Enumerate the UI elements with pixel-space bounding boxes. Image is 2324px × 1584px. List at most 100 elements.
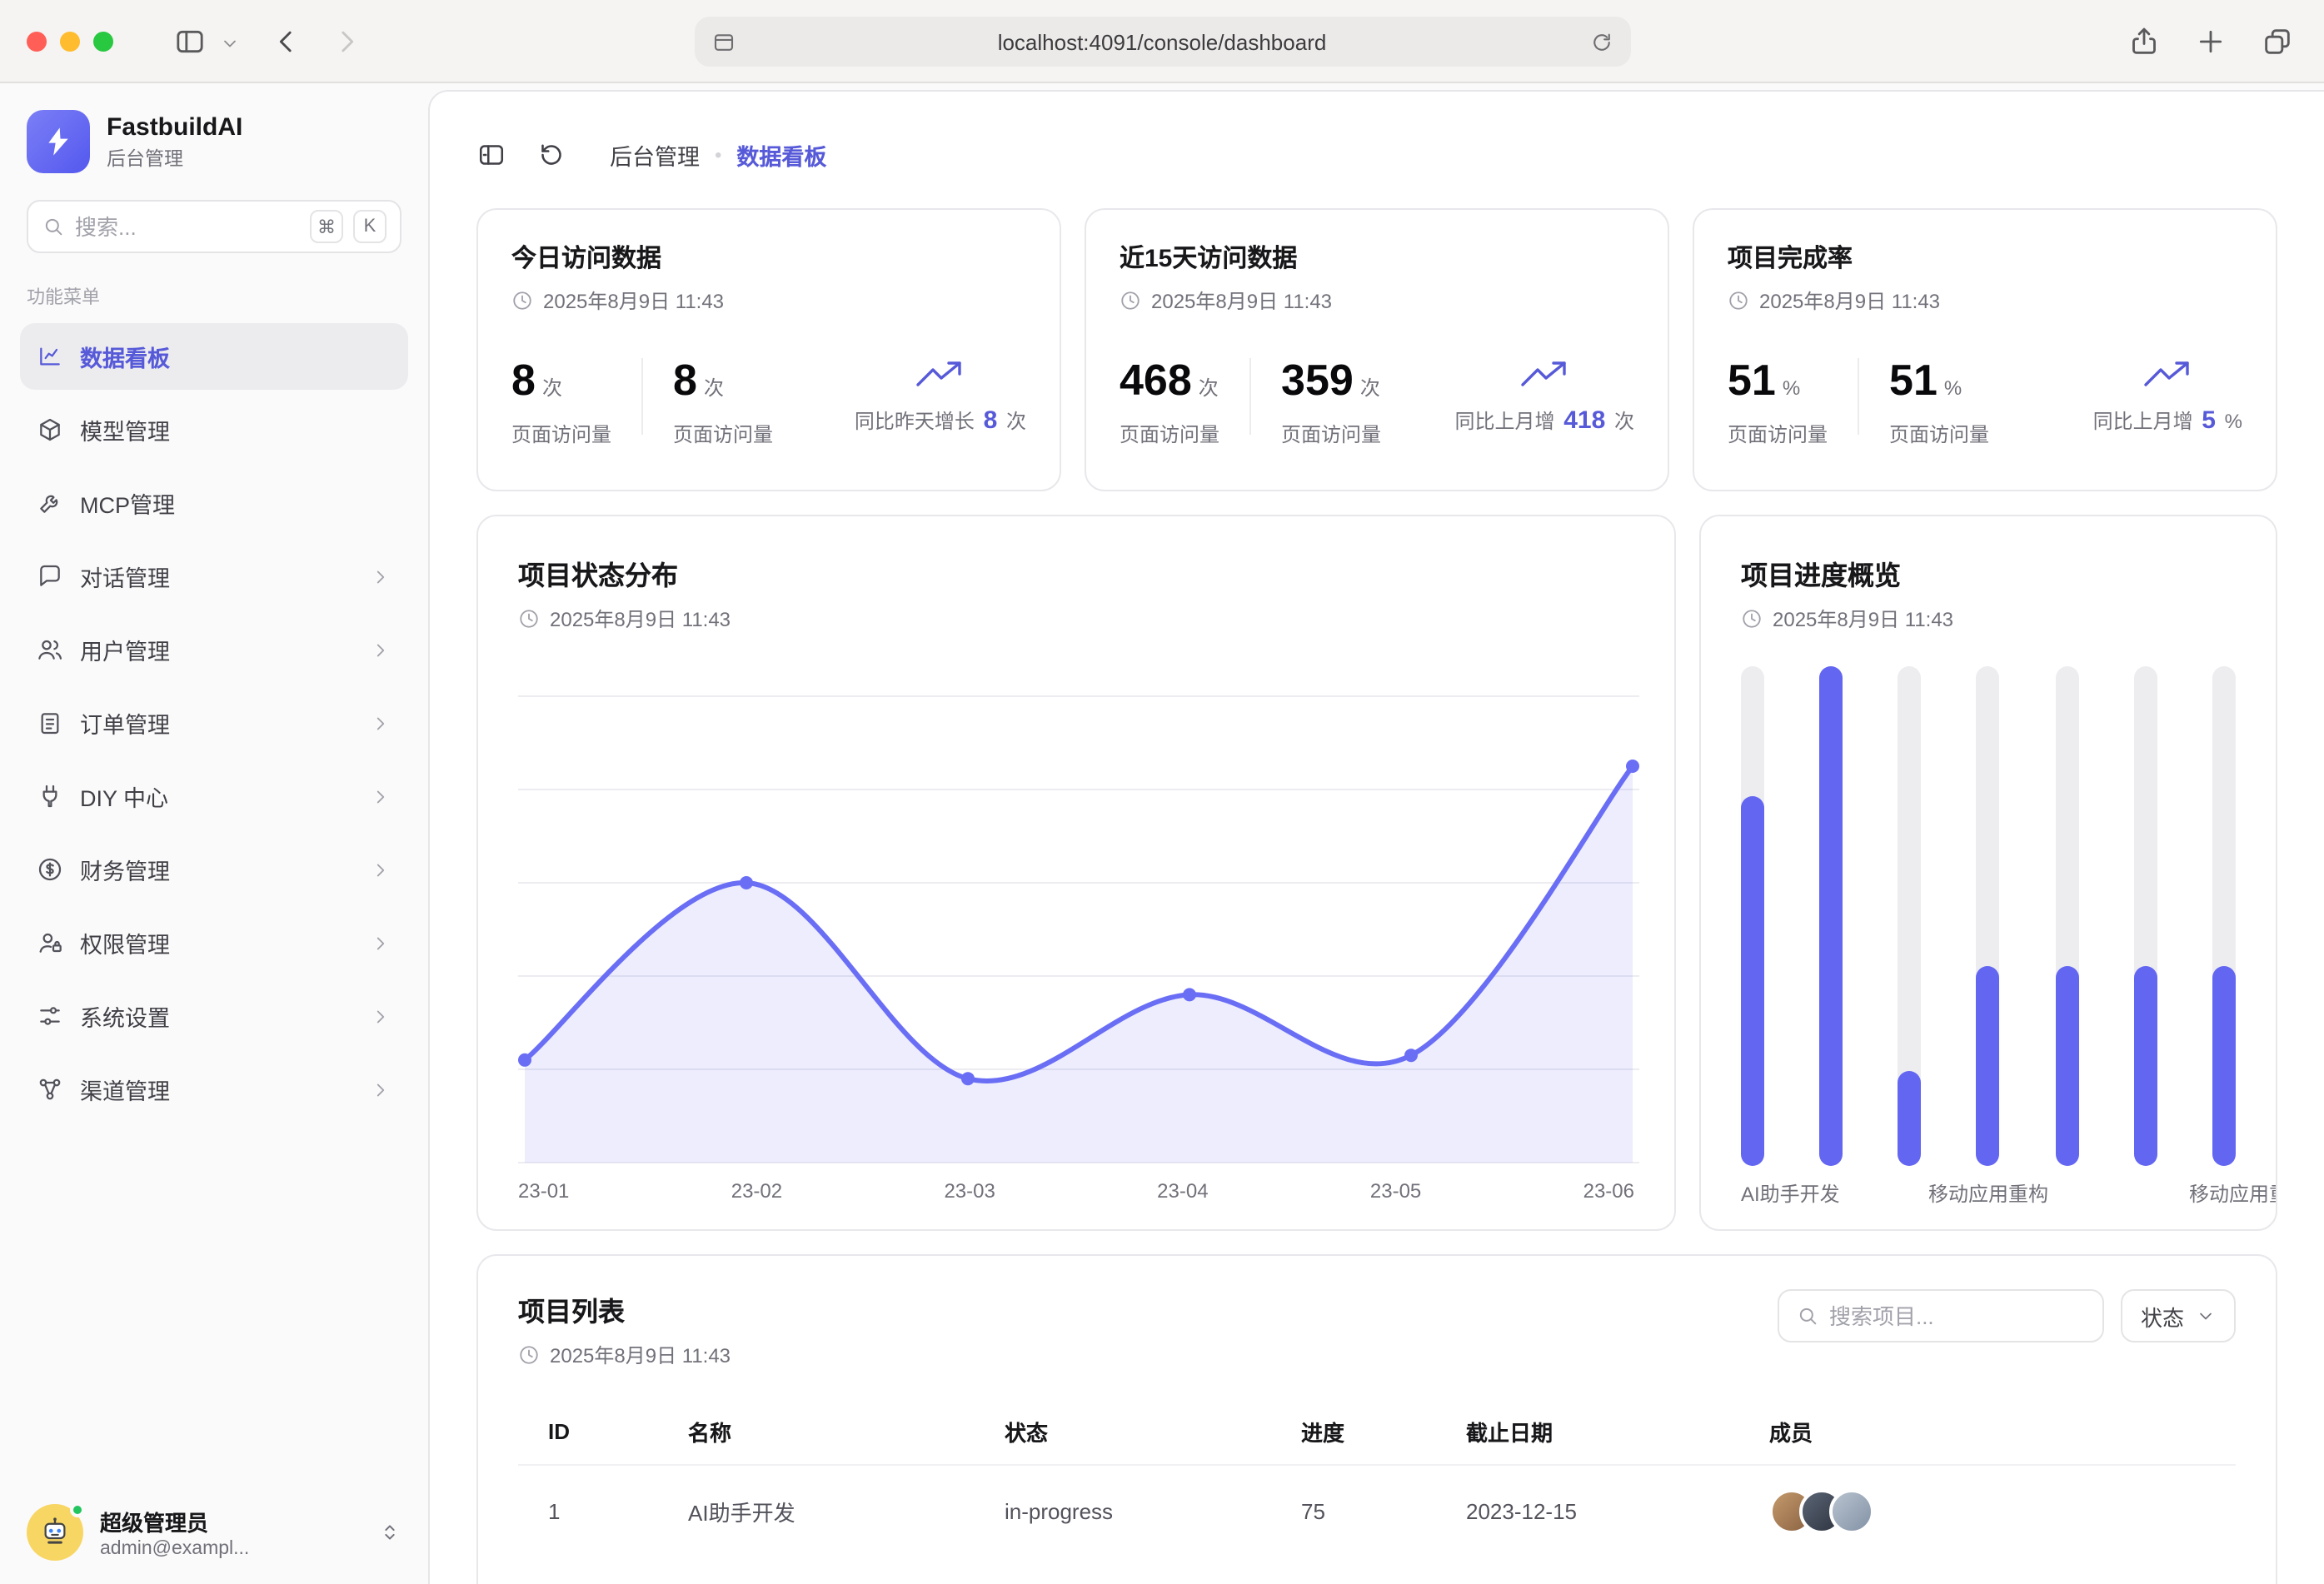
metric-unit: 次 — [704, 373, 724, 401]
browser-window: localhost:4091/console/dashboard Fastbui… — [0, 0, 2324, 1584]
online-status-dot — [70, 1502, 85, 1517]
zoom-window-button[interactable] — [93, 32, 113, 52]
stat-card-title: 今日访问数据 — [511, 240, 1026, 275]
table-row[interactable]: 1 AI助手开发 in-progress 75 2023-12-15 — [518, 1466, 2236, 1556]
sidebar-item-finance[interactable]: 财务管理 — [20, 836, 408, 903]
sidebar-item-conversations[interactable]: 对话管理 — [20, 543, 408, 610]
projects-date: 2025年8月9日 11:43 — [518, 1341, 731, 1369]
stat-card-title: 近15天访问数据 — [1120, 240, 1634, 275]
trend-unit: 次 — [1006, 410, 1026, 433]
stat-card-date: 2025年8月9日 11:43 — [1728, 286, 2242, 315]
user-menu[interactable]: 超级管理员 admin@exampl... — [0, 1484, 428, 1584]
users-icon — [37, 636, 63, 663]
breadcrumb-separator: • — [715, 143, 721, 167]
breadcrumb: 后台管理 • 数据看板 — [610, 138, 826, 172]
project-search-input[interactable] — [1829, 1303, 2086, 1328]
sidebar-item-settings[interactable]: 系统设置 — [20, 983, 408, 1049]
cell-name: AI助手开发 — [688, 1495, 1005, 1527]
clock-icon — [1741, 608, 1763, 630]
url-text[interactable]: localhost:4091/console/dashboard — [736, 29, 1588, 54]
trend-prefix: 同比昨天增长 — [855, 410, 975, 433]
sidebar-item-orders[interactable]: 订单管理 — [20, 690, 408, 756]
main-content: 后台管理 • 数据看板 今日访问数据 2025年8月9日 11:43 8 次 页面… — [428, 90, 2324, 1584]
new-tab-icon[interactable] — [2194, 25, 2227, 58]
chart-icon — [37, 343, 63, 370]
sidebar-item-users[interactable]: 用户管理 — [20, 616, 408, 683]
bar-track — [1898, 666, 1922, 1166]
wrench-icon — [37, 490, 63, 516]
avatar — [27, 1504, 83, 1561]
chevron-right-icon — [370, 1005, 391, 1027]
browser-toolbar: localhost:4091/console/dashboard — [0, 0, 2324, 83]
forward-icon[interactable] — [330, 25, 363, 58]
breadcrumb-current[interactable]: 数据看板 — [736, 138, 826, 172]
chevron-right-icon — [370, 1078, 391, 1100]
sidebar-item-label: 系统设置 — [80, 999, 170, 1033]
metric-value: 8 — [511, 355, 536, 406]
chevron-right-icon — [370, 565, 391, 587]
chart-date: 2025年8月9日 11:43 — [518, 605, 1634, 633]
bar-track — [1977, 666, 2000, 1166]
metric-value: 51 — [1728, 355, 1776, 406]
page-icon — [711, 29, 736, 54]
refresh-icon[interactable] — [536, 140, 566, 170]
reload-icon[interactable] — [1588, 29, 1613, 54]
progress-chart-card: 项目进度概览 2025年8月9日 11:43 AI助手开发 移动应用重构 移动应… — [1699, 515, 2277, 1231]
sidebar-search[interactable]: ⌘ K — [27, 200, 401, 253]
sidebar-item-channels[interactable]: 渠道管理 — [20, 1056, 408, 1123]
status-filter-dropdown[interactable]: 状态 — [2121, 1289, 2236, 1342]
metric-value: 51 — [1889, 355, 1937, 406]
address-bar[interactable]: localhost:4091/console/dashboard — [694, 17, 1630, 67]
sidebar-item-dashboard[interactable]: 数据看板 — [20, 323, 408, 390]
progress-bar-labels: AI助手开发 移动应用重构 移动应用重构 — [1741, 1179, 2236, 1209]
sidebar-item-permissions[interactable]: 权限管理 — [20, 909, 408, 976]
bar-fill — [2134, 966, 2157, 1166]
clock-icon — [1120, 290, 1141, 311]
trending-up-icon — [915, 358, 965, 391]
sidebar-item-mcp[interactable]: MCP管理 — [20, 470, 408, 536]
clock-icon — [511, 290, 533, 311]
chart-title: 项目状态分布 — [518, 553, 1634, 593]
sidebar-search-input[interactable] — [75, 214, 300, 239]
user-email: admin@exampl... — [100, 1539, 249, 1559]
clock-icon — [518, 1344, 540, 1366]
column-header: 状态 — [1005, 1416, 1301, 1447]
bar-fill — [2055, 966, 2078, 1166]
breadcrumb-root[interactable]: 后台管理 — [610, 138, 700, 172]
metric: 51% 页面访问量 — [1889, 355, 1989, 448]
share-icon[interactable] — [2127, 25, 2161, 58]
chevron-down-icon[interactable] — [220, 33, 240, 53]
minimize-window-button[interactable] — [60, 32, 80, 52]
back-icon[interactable] — [270, 25, 303, 58]
sidebar-menu: 数据看板 模型管理 MCP管理 对话管理 用户管理 订 — [0, 323, 428, 1123]
tab-overview-icon[interactable] — [2261, 25, 2294, 58]
cell-members — [1769, 1488, 2236, 1533]
chevron-right-icon — [370, 785, 391, 807]
user-name: 超级管理员 — [100, 1506, 249, 1537]
trending-up-icon — [1519, 358, 1569, 391]
sidebar-item-diy[interactable]: DIY 中心 — [20, 763, 408, 829]
chart-title: 项目进度概览 — [1741, 553, 2236, 593]
chevron-right-icon — [370, 859, 391, 880]
divider — [1249, 358, 1251, 435]
bar-fill — [1977, 966, 2000, 1166]
traffic-lights — [27, 32, 113, 52]
sidebar-item-label: 对话管理 — [80, 560, 170, 593]
bar-fill — [2212, 966, 2236, 1166]
bar-axis-label: AI助手开发 — [1741, 1179, 1840, 1208]
sidebar-item-models[interactable]: 模型管理 — [20, 396, 408, 463]
metric: 468次 页面访问量 — [1120, 355, 1219, 448]
clock-icon — [1728, 290, 1749, 311]
column-header: 进度 — [1301, 1416, 1466, 1447]
sidebar-item-label: 权限管理 — [80, 926, 170, 959]
close-window-button[interactable] — [27, 32, 47, 52]
chevron-right-icon — [370, 712, 391, 734]
content-header: 后台管理 • 数据看板 — [476, 125, 2277, 185]
project-search[interactable] — [1778, 1289, 2104, 1342]
collapse-sidebar-icon[interactable] — [476, 140, 506, 170]
bar-track — [1819, 666, 1843, 1166]
metric-label: 页面访问量 — [1728, 420, 1828, 448]
sidebar-item-label: 渠道管理 — [80, 1073, 170, 1106]
bar-track — [2134, 666, 2157, 1166]
sidebar-toggle-icon[interactable] — [173, 25, 207, 58]
